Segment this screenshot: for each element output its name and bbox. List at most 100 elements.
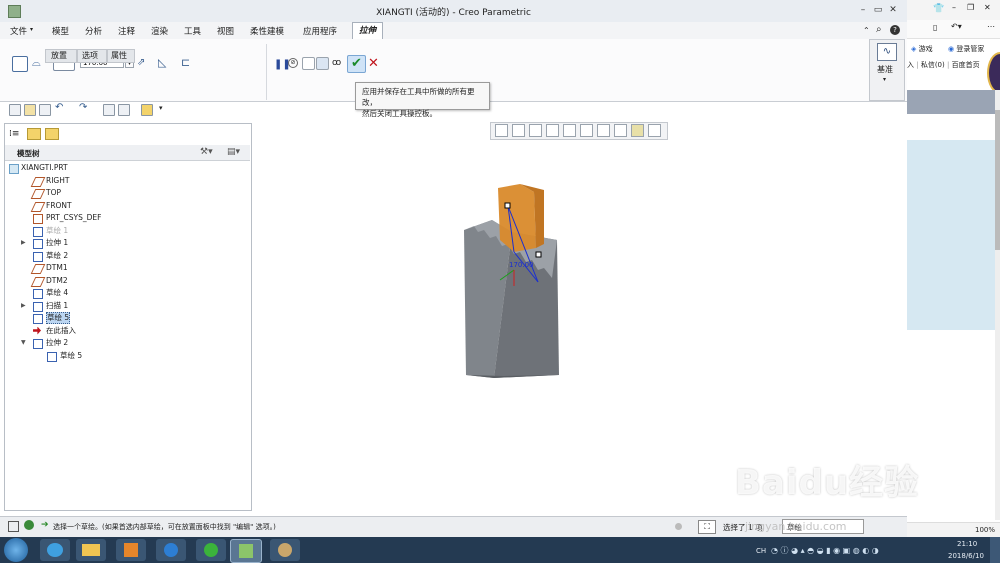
tree-item[interactable]: DTM1	[5, 262, 245, 274]
menu-applications[interactable]: 应用程序	[303, 25, 337, 37]
tree-item[interactable]: ▶ 扫描 1	[5, 300, 245, 312]
show-desktop-button[interactable]	[990, 537, 1000, 563]
model-tree-tab-icon[interactable]: ⁞≡	[9, 129, 19, 139]
tree-show-icon[interactable]: ▤▾	[227, 147, 240, 157]
no-preview-icon[interactable]: ⊘	[288, 58, 298, 68]
taskbar-paint-icon[interactable]	[270, 539, 300, 561]
tray-icons[interactable]: ◔ ⓘ ◕ ▴ ◓ ◒ ▮ ◉ ▣ ◍ ◐ ◑	[771, 545, 879, 556]
collapse-icon[interactable]: ▼	[21, 337, 26, 349]
tree-item[interactable]: ▼ 拉伸 2	[5, 337, 245, 349]
undo-icon[interactable]: ↶	[55, 102, 63, 113]
clock-time[interactable]: 21:10	[957, 540, 977, 548]
avatar[interactable]	[987, 52, 1000, 94]
tree-item[interactable]: 草绘 4	[5, 287, 245, 299]
tree-item[interactable]: FRONT	[5, 200, 245, 212]
status-toggle-icon[interactable]	[8, 521, 19, 532]
open-file-icon[interactable]	[24, 104, 36, 116]
tree-item[interactable]: 草绘 5	[5, 350, 245, 362]
maximize-icon[interactable]: ▭	[872, 4, 884, 16]
taskbar-browser-icon[interactable]	[40, 539, 70, 561]
folder-icon[interactable]	[141, 104, 153, 116]
browser-minimize-icon[interactable]: –	[952, 3, 956, 12]
saved-views-icon[interactable]	[580, 124, 593, 137]
tree-item[interactable]: ▶ 拉伸 1	[5, 237, 245, 249]
annotation-display-icon[interactable]	[648, 124, 661, 137]
search-icon[interactable]: ⌕	[876, 24, 882, 35]
refit-icon[interactable]	[495, 124, 508, 137]
surface-icon[interactable]: ⌓	[32, 56, 46, 70]
browser-close-icon[interactable]: ✕	[984, 3, 991, 12]
browser-games[interactable]: ◈ 游戏	[911, 44, 933, 54]
browser-more-icon[interactable]: ⋯	[987, 22, 995, 31]
device-icon[interactable]: ▯	[933, 23, 937, 32]
solid-icon[interactable]	[12, 56, 28, 72]
remove-material-icon[interactable]: ◺	[158, 56, 166, 69]
browser-restore-icon[interactable]: ❐	[967, 3, 974, 12]
zoom-in-icon[interactable]	[512, 124, 525, 137]
apply-button[interactable]: ✔	[347, 55, 366, 73]
folder-browser-tab-icon[interactable]	[27, 128, 41, 140]
browser-zoom[interactable]: 100%	[975, 526, 995, 534]
tree-item[interactable]: 草绘 5	[5, 312, 245, 324]
customize-qat-icon[interactable]: ▾	[159, 104, 163, 112]
close-icon[interactable]: ✕	[887, 4, 899, 16]
status-graphics-icon[interactable]	[24, 520, 34, 530]
taskbar-explorer-icon[interactable]	[76, 539, 106, 561]
regenerate-icon[interactable]	[103, 104, 115, 116]
display-style-icon[interactable]	[563, 124, 576, 137]
link-baidu-home[interactable]: 百度首页	[952, 61, 980, 69]
expand-icon[interactable]: ▶	[21, 237, 26, 249]
save-icon[interactable]	[39, 104, 51, 116]
datum-display-icon[interactable]	[614, 124, 627, 137]
minimize-icon[interactable]: –	[857, 4, 869, 16]
help-icon[interactable]: ?	[890, 25, 900, 35]
clock-date[interactable]: 2018/6/10	[948, 552, 984, 560]
browser-login[interactable]: ◉ 登录管家	[948, 44, 984, 54]
shirt-icon[interactable]: 👕	[933, 4, 944, 14]
collapse-ribbon-icon[interactable]: ⌃	[863, 26, 870, 35]
datum-group[interactable]: ∿ 基准 ▾	[869, 39, 905, 101]
verify-preview-icon[interactable]	[316, 57, 329, 70]
tree-item[interactable]: 草绘 1	[5, 225, 245, 237]
menu-render[interactable]: 渲染	[151, 25, 168, 37]
tray-lang[interactable]: CH	[756, 547, 766, 555]
glasses-icon[interactable]: ꝏ	[332, 58, 341, 68]
taskbar-media-icon[interactable]	[116, 539, 146, 561]
tree-item[interactable]: 在此插入	[5, 325, 245, 337]
tree-item[interactable]: TOP	[5, 187, 245, 199]
preview-icon[interactable]	[302, 57, 315, 70]
menu-tools[interactable]: 工具	[184, 25, 201, 37]
expand-icon[interactable]: ▶	[21, 300, 26, 312]
tree-item[interactable]: RIGHT	[5, 175, 245, 187]
new-file-icon[interactable]	[9, 104, 21, 116]
thicken-sketch-icon[interactable]: ⊏	[181, 56, 190, 69]
spin-center-icon[interactable]	[631, 124, 644, 137]
selection-filter-icon[interactable]: ⛶	[698, 520, 716, 534]
menu-file[interactable]: 文件	[10, 25, 27, 37]
link-messages[interactable]: 私信(0)	[921, 61, 945, 69]
menu-flexible-modeling[interactable]: 柔性建模	[250, 25, 284, 37]
link-enter[interactable]: 入	[907, 61, 914, 69]
tree-item[interactable]: PRT_CSYS_DEF	[5, 212, 245, 224]
view-manager-icon[interactable]	[597, 124, 610, 137]
redo-icon[interactable]: ↷	[79, 102, 87, 113]
zoom-out-icon[interactable]	[529, 124, 542, 137]
cancel-button[interactable]: ✕	[368, 56, 379, 71]
taskbar-creo-icon[interactable]	[230, 539, 262, 563]
favorites-tab-icon[interactable]	[45, 128, 59, 140]
tree-item[interactable]: DTM2	[5, 275, 245, 287]
taskbar-cloud-icon[interactable]	[156, 539, 186, 561]
taskbar-360-icon[interactable]	[196, 539, 226, 561]
menu-analysis[interactable]: 分析	[85, 25, 102, 37]
tree-settings-icon[interactable]: ⚒▾	[200, 147, 213, 157]
start-button[interactable]	[4, 538, 28, 562]
browser-undo-icon[interactable]: ↶▾	[951, 22, 962, 31]
flip-direction-icon[interactable]: ⇗	[137, 57, 145, 68]
menu-model[interactable]: 模型	[52, 25, 69, 37]
menu-annotate[interactable]: 注释	[118, 25, 135, 37]
menu-view[interactable]: 视图	[217, 25, 234, 37]
tab-extrude[interactable]: 拉伸	[352, 22, 384, 39]
repaint-icon[interactable]	[546, 124, 559, 137]
tree-item[interactable]: 草绘 2	[5, 250, 245, 262]
browser-scroll-thumb[interactable]	[995, 110, 1000, 250]
